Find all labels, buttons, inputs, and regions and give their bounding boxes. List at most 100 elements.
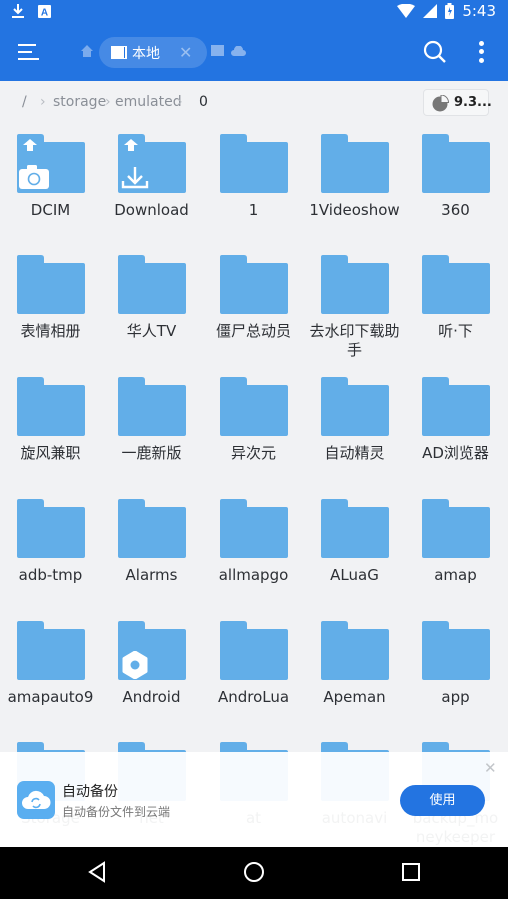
folder-name: Download [114,201,189,219]
folder-item[interactable]: amap [405,490,506,610]
upload-arrow-icon [23,139,37,151]
folder-item[interactable]: 表情相册 [0,246,101,366]
folder-name: 自动精灵 [324,444,385,462]
folder-item[interactable]: amapauto9 [0,612,101,732]
camera-icon [19,165,49,189]
folder-item[interactable]: allmapgo [203,490,304,610]
app-bar: 本地 ✕ [0,24,508,81]
folder-name: 360 [441,201,470,219]
folder-item[interactable]: adb-tmp [0,490,101,610]
signal-icon [423,4,438,18]
close-tab-icon[interactable]: ✕ [179,43,192,62]
folder-name: 1 [248,201,259,219]
folder-item[interactable]: 僵尸总动员 [203,246,304,366]
book-icon[interactable] [211,45,224,56]
folder-name: 去水印下载助手 [309,322,400,359]
folder-item[interactable]: 华人TV [101,246,202,366]
cloud-icon[interactable] [231,46,246,56]
breadcrumb-current: 0 [199,94,208,110]
folder-name: app [441,688,470,706]
folder-icon [422,377,490,436]
folder-icon [220,255,288,314]
text-a-icon: A [38,4,51,18]
navigation-bar [0,847,508,899]
folder-icon [422,134,490,193]
folder-item[interactable]: DCIM [0,125,101,245]
hamburger-menu-icon[interactable] [18,41,42,63]
folder-item[interactable]: ALuaG [304,490,405,610]
wifi-icon [397,4,416,18]
folder-icon [220,134,288,193]
folder-item[interactable]: Alarms [101,490,202,610]
banner-subtitle: 自动备份文件到云端 [62,805,171,819]
folder-item[interactable]: 去水印下载助手 [304,246,405,366]
folder-icon [17,377,85,436]
folder-icon [422,255,490,314]
folder-name: 表情相册 [20,322,81,340]
tab-local[interactable]: 本地 ✕ [99,37,207,68]
folder-name: Apeman [323,688,386,706]
breadcrumb-storage[interactable]: storage [53,94,106,110]
banner-title: 自动备份 [62,784,118,800]
folder-item[interactable]: 旋风兼职 [0,368,101,488]
folder-item[interactable]: 一鹿新版 [101,368,202,488]
storage-usage-button[interactable]: 9.3... [423,89,492,116]
status-bar: A 5:43 [0,0,508,24]
folder-icon [422,621,490,680]
folder-item[interactable]: 听·下 [405,246,506,366]
folder-name: allmapgo [218,566,289,584]
folder-name: DCIM [30,201,71,219]
folder-icon [118,134,186,193]
download-icon [121,167,149,189]
home-icon[interactable] [80,44,94,58]
more-vertical-icon[interactable] [476,40,486,64]
folder-icon [220,377,288,436]
search-icon[interactable] [423,40,447,64]
folder-name: ALuaG [330,566,379,584]
folder-icon [118,499,186,558]
folder-item[interactable]: Android [101,612,202,732]
folder-icon [17,621,85,680]
breadcrumb-root[interactable]: / [22,94,27,110]
folder-icon [321,255,389,314]
pie-chart-icon [432,95,449,112]
breadcrumb-emulated[interactable]: emulated [115,94,182,110]
folder-name: amapauto9 [7,688,94,706]
folder-item[interactable]: 360 [405,125,506,245]
download-icon [12,4,24,18]
folder-item[interactable]: 异次元 [203,368,304,488]
folder-icon [17,499,85,558]
folder-name: 华人TV [126,322,177,340]
recents-square-icon[interactable] [402,863,420,881]
folder-name: 一鹿新版 [121,444,182,462]
folder-name: amap [434,566,477,584]
folder-icon [321,377,389,436]
breadcrumb: / › storage › emulated › 0 9.3... [0,81,508,125]
folder-name: 1Videoshow [309,201,400,219]
close-banner-icon[interactable]: ✕ [484,759,497,777]
home-circle-icon[interactable] [243,861,265,883]
chevron-right-icon: › [177,94,183,110]
back-triangle-icon[interactable] [87,861,107,883]
cloud-sync-icon [17,781,55,819]
folder-name: 僵尸总动员 [215,322,291,340]
folder-name: 异次元 [230,444,276,462]
folder-name: 旋风兼职 [20,444,81,462]
tab-label: 本地 [132,46,160,62]
folder-item[interactable]: AndroLua [203,612,304,732]
battery-charging-icon [445,3,455,19]
folder-icon [118,621,186,680]
folder-item[interactable]: app [405,612,506,732]
folder-item[interactable]: Download [101,125,202,245]
folder-icon [17,255,85,314]
folder-icon [220,621,288,680]
use-button[interactable]: 使用 [400,785,485,816]
folder-item[interactable]: Apeman [304,612,405,732]
folder-item[interactable]: AD浏览器 [405,368,506,488]
book-icon [111,46,127,59]
folder-item[interactable]: 自动精灵 [304,368,405,488]
folder-item[interactable]: 1 [203,125,304,245]
folder-icon [118,377,186,436]
auto-backup-banner: 自动备份 自动备份文件到云端 使用 ✕ [0,752,508,847]
folder-item[interactable]: 1Videoshow [304,125,405,245]
